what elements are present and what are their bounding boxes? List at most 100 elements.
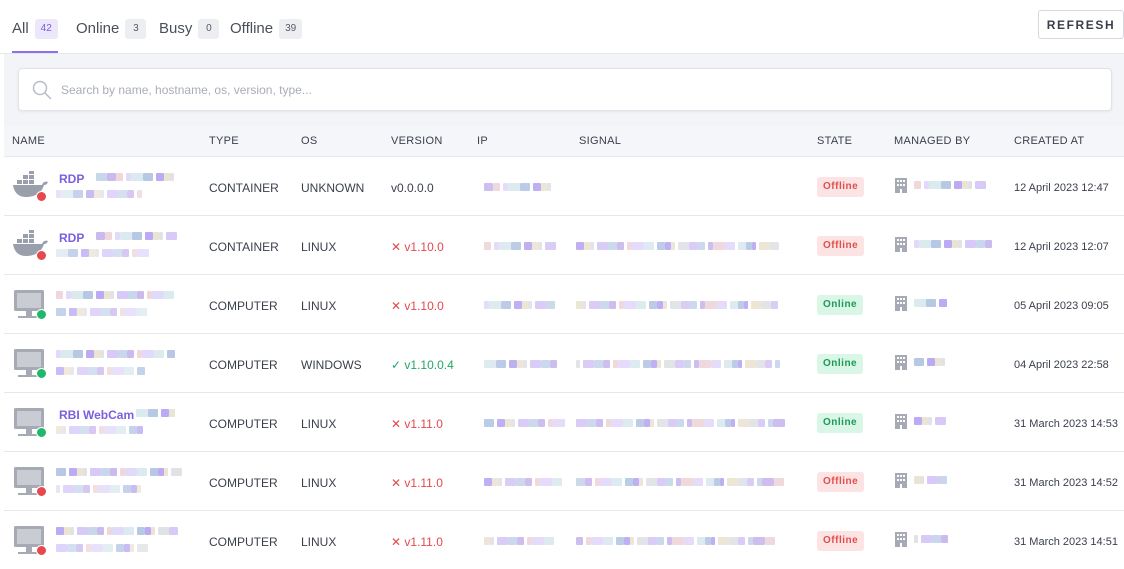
redacted-block	[914, 299, 926, 307]
device-version: v0.0.0.0	[391, 181, 434, 195]
redacted-block	[657, 419, 668, 427]
redacted-block	[752, 242, 756, 250]
col-state[interactable]: STATE	[817, 135, 852, 147]
redacted-block	[731, 419, 735, 427]
cross-icon: ✕	[391, 476, 405, 490]
redacted-block	[738, 360, 742, 368]
device-version: ✕ v1.10.0	[391, 299, 444, 313]
redacted-block	[490, 537, 494, 545]
redacted-block	[508, 537, 517, 545]
redacted-block	[954, 181, 962, 189]
redacted-block	[103, 544, 113, 552]
redacted-block	[582, 301, 586, 309]
table-row[interactable]: COMPUTER LINUX ✕ v1.11.0 Offline 31 March 20…	[4, 511, 1124, 569]
redacted-block	[538, 419, 545, 427]
created-at: 12 April 2023 12:47	[1014, 182, 1109, 194]
redacted-block	[547, 183, 551, 191]
col-type[interactable]: TYPE	[209, 135, 239, 147]
table-row[interactable]: RDP CONTAINER UNKNOWN v0.0.0.0 Offline 12 Apr…	[4, 157, 1124, 216]
state-badge: Online	[817, 354, 864, 374]
state-badge: Offline	[817, 472, 865, 492]
redacted-block	[773, 419, 785, 427]
device-os: LINUX	[301, 417, 337, 431]
table-row[interactable]: RDP CONTAINER LINUX ✕ v1.10.0 Offline 12 Apri…	[4, 216, 1124, 275]
redacted-block	[968, 181, 972, 189]
device-name[interactable]: RDP	[59, 231, 84, 245]
redacted-block	[770, 242, 779, 250]
redacted-block	[756, 360, 765, 368]
redacted-block	[164, 291, 174, 299]
table-row[interactable]: RBI WebCam COMPUTER LINUX ✕ v1.11.0 Online 31…	[4, 393, 1124, 452]
redacted-block	[927, 476, 938, 484]
col-version[interactable]: VERSION	[391, 135, 443, 147]
redacted-block	[692, 419, 704, 427]
redacted-block	[600, 301, 609, 309]
building-icon	[894, 295, 908, 316]
redacted-block	[131, 173, 143, 181]
redacted-block	[83, 468, 87, 476]
building-icon	[894, 354, 908, 375]
redacted-block	[600, 478, 612, 486]
online-status-dot	[36, 427, 47, 438]
redacted-block	[932, 535, 941, 543]
tab-offline[interactable]: Offline 39	[230, 16, 303, 52]
col-ip[interactable]: IP	[477, 135, 488, 147]
redacted-block	[489, 301, 501, 309]
redacted-block	[69, 308, 77, 316]
col-signal[interactable]: SIGNAL	[579, 135, 621, 147]
tab-online[interactable]: Online 3	[76, 16, 147, 52]
device-type: COMPUTER	[209, 299, 278, 313]
device-name[interactable]: RBI WebCam	[59, 408, 134, 422]
redacted-block	[100, 190, 104, 198]
redacted-block	[96, 173, 107, 181]
device-type: CONTAINER	[209, 181, 279, 195]
redacted-block	[630, 360, 640, 368]
redacted-block	[96, 232, 105, 240]
redacted-block	[596, 419, 603, 427]
redacted-block	[657, 537, 664, 545]
table-row[interactable]: COMPUTER LINUX ✕ v1.11.0 Offline 31 March 20…	[4, 452, 1124, 511]
redacted-block	[648, 537, 657, 545]
redacted-block	[671, 242, 675, 250]
col-name[interactable]: NAME	[12, 135, 45, 147]
redacted-block	[123, 485, 131, 493]
redacted-block	[104, 426, 116, 434]
table-row[interactable]: COMPUTER WINDOWS ✓ v1.10.0.4 Online 04 April…	[4, 334, 1124, 393]
redacted-block	[484, 419, 494, 427]
redacted-block	[625, 478, 633, 486]
redacted-block	[169, 409, 175, 417]
redacted-block	[129, 426, 137, 434]
redacted-block	[116, 426, 126, 434]
redacted-block	[603, 360, 610, 368]
offline-status-dot	[36, 191, 47, 202]
search-icon	[32, 80, 52, 100]
redacted-block	[523, 360, 527, 368]
redacted-block	[958, 240, 962, 248]
redacted-block	[603, 537, 613, 545]
tab-busy[interactable]: Busy 0	[159, 16, 220, 52]
col-created-at[interactable]: CREATED AT	[1014, 135, 1084, 147]
redacted-block	[939, 299, 947, 307]
search-input[interactable]	[61, 69, 1101, 110]
col-managed-by[interactable]: MANAGED BY	[894, 135, 970, 147]
table-row[interactable]: COMPUTER LINUX ✕ v1.10.0 Online 05 April 202…	[4, 275, 1124, 334]
redacted-block	[698, 242, 705, 250]
redacted-block	[70, 527, 74, 535]
redacted-block	[589, 301, 600, 309]
cross-icon: ✕	[391, 535, 405, 549]
redacted-block	[730, 301, 738, 309]
tab-all[interactable]: All 42	[12, 16, 58, 53]
redacted-block	[724, 360, 732, 368]
device-name[interactable]: RDP	[59, 172, 84, 186]
redacted-block	[699, 360, 711, 368]
redacted-block	[511, 242, 521, 250]
redacted-block	[101, 468, 110, 476]
redacted-block	[90, 468, 101, 476]
redacted-block	[751, 301, 762, 309]
version-text: v1.10.0.4	[404, 358, 454, 372]
redacted-block	[976, 240, 985, 248]
refresh-button[interactable]: REFRESH	[1038, 10, 1124, 39]
redacted-block	[150, 468, 158, 476]
col-os[interactable]: OS	[301, 135, 318, 147]
redacted-block	[552, 478, 562, 486]
